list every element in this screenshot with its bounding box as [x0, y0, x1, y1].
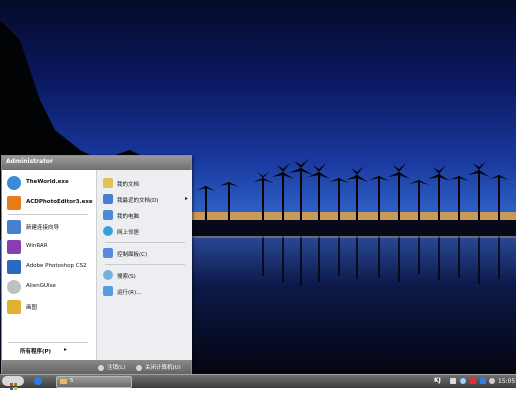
program-label: TheWorld.exe	[26, 179, 69, 185]
place-my-documents[interactable]: 我的文档	[101, 176, 189, 190]
info-icon[interactable]	[489, 378, 495, 384]
start-button[interactable]	[2, 376, 24, 390]
feather-icon	[7, 260, 21, 274]
computer-icon	[103, 210, 113, 220]
start-menu-footer: 注销(L) 关闭计算机(U)	[2, 360, 191, 375]
start-menu: Administrator TheWorld.exe ACDPhotoEdito…	[1, 155, 192, 376]
program-paint[interactable]: 画图	[4, 298, 94, 316]
place-control-panel[interactable]: 控制面板(C)	[101, 246, 189, 260]
separator	[105, 242, 185, 243]
tray-app-icon[interactable]	[480, 378, 486, 384]
speaker-icon[interactable]	[450, 378, 456, 384]
network-icon	[103, 226, 113, 236]
antivirus-icon[interactable]	[470, 378, 476, 384]
place-label: 运行(R)...	[117, 290, 142, 296]
power-icon	[136, 364, 142, 371]
language-indicator[interactable]: KJ	[434, 377, 441, 384]
logoff-button[interactable]: 注销(L)	[98, 363, 125, 371]
folder-icon	[60, 379, 67, 384]
program-label: WinRAR	[26, 243, 48, 249]
place-search[interactable]: 搜索(S)	[101, 268, 189, 282]
place-label: 网上邻居	[117, 230, 140, 236]
winrar-icon	[7, 240, 21, 254]
start-menu-header: Administrator	[2, 156, 191, 170]
program-label: AlienGUIse	[26, 283, 56, 289]
window-label: 5	[70, 378, 74, 384]
program-photoshop[interactable]: Adobe Photoshop CS2	[4, 258, 94, 276]
places-panel: 我的文档 我最近的文档(D) ▸ 我的电脑 网上邻居 控制面板(C) 搜索(S)…	[96, 170, 192, 360]
place-run[interactable]: 运行(R)...	[101, 284, 189, 298]
separator	[105, 264, 185, 265]
control-panel-icon	[103, 248, 113, 258]
search-icon	[103, 270, 113, 280]
place-my-computer[interactable]: 我的电脑	[101, 208, 189, 222]
place-label: 搜索(S)	[117, 274, 136, 280]
taskbar-window-button[interactable]: 5	[56, 376, 132, 388]
place-label: 我最近的文档(D)	[117, 198, 159, 204]
paint-icon	[7, 300, 21, 314]
run-icon	[103, 286, 113, 296]
all-programs-button[interactable]: 所有程序(P)	[20, 347, 51, 355]
program-label: 新建连接向导	[26, 225, 60, 231]
internet-explorer-icon[interactable]	[34, 377, 42, 385]
place-recent-documents[interactable]: 我最近的文档(D) ▸	[101, 192, 189, 206]
recent-documents-icon	[103, 194, 113, 204]
globe-icon	[7, 176, 21, 190]
program-label: Adobe Photoshop CS2	[26, 263, 87, 269]
alien-icon	[7, 280, 21, 294]
clock[interactable]: 15:05	[498, 378, 515, 385]
system-tray: KJ 15:05	[432, 375, 516, 388]
documents-folder-icon	[103, 178, 113, 188]
program-theworld[interactable]: TheWorld.exe	[4, 174, 94, 192]
shutdown-button[interactable]: 关闭计算机(U)	[136, 363, 181, 371]
place-network[interactable]: 网上邻居	[101, 224, 189, 238]
taskbar: 5 KJ 15:05	[0, 374, 516, 390]
program-winrar[interactable]: WinRAR	[4, 238, 94, 256]
network-wizard-icon	[7, 220, 21, 234]
network-tray-icon[interactable]	[460, 378, 466, 384]
pencil-icon	[7, 196, 21, 210]
program-label: ACDPhotoEditor3.exe	[26, 199, 93, 205]
program-alienguise[interactable]: AlienGUIse	[4, 278, 94, 296]
place-label: 我的文档	[117, 182, 140, 188]
arrow-right-icon: ▸	[64, 346, 68, 353]
program-new-connection-wizard[interactable]: 新建连接向导	[4, 218, 94, 236]
separator	[8, 214, 88, 215]
windows-logo-icon	[10, 383, 17, 390]
shutdown-label: 关闭计算机(U)	[145, 365, 181, 371]
place-label: 控制面板(C)	[117, 252, 148, 258]
arrow-right-icon: ▸	[185, 195, 189, 202]
program-acdphotoeditor[interactable]: ACDPhotoEditor3.exe	[4, 194, 94, 212]
separator	[8, 342, 88, 343]
logoff-label: 注销(L)	[107, 365, 126, 371]
program-label: 画图	[26, 305, 38, 311]
pinned-programs-panel: TheWorld.exe ACDPhotoEditor3.exe 新建连接向导 …	[2, 170, 96, 360]
place-label: 我的电脑	[117, 214, 140, 220]
logoff-icon	[98, 364, 104, 371]
user-name: Administrator	[6, 158, 53, 165]
